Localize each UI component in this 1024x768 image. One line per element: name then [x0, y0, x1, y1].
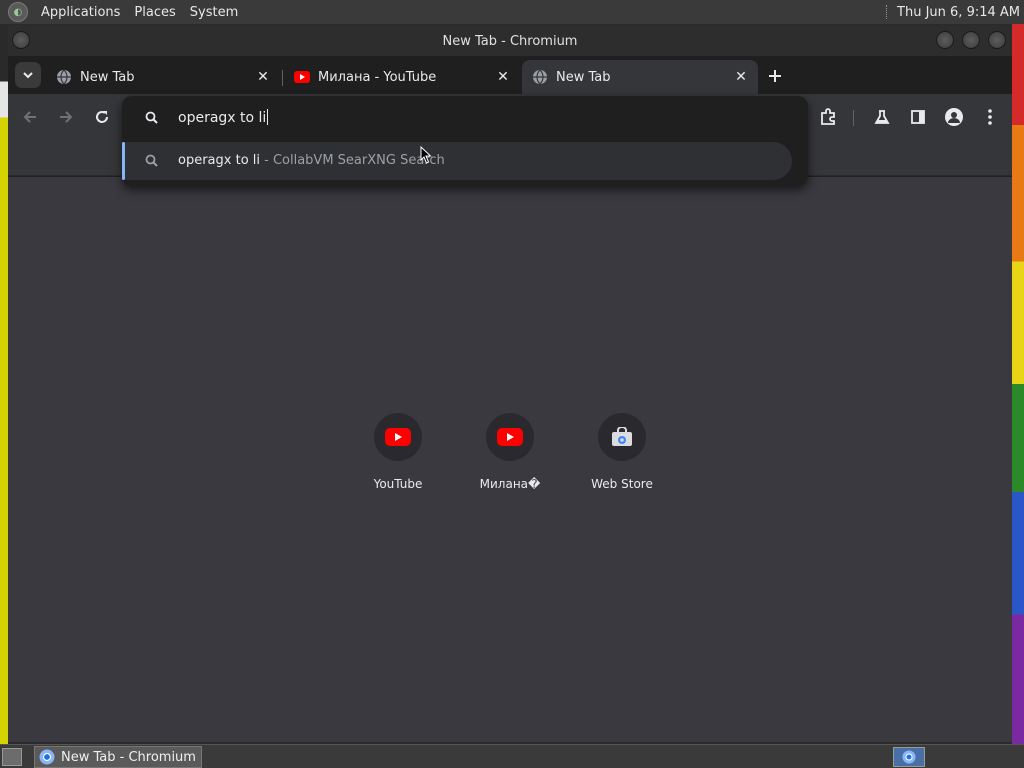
shortcut-icon-circle	[374, 413, 422, 461]
close-window-button[interactable]	[988, 31, 1006, 49]
labs-button[interactable]	[868, 103, 896, 131]
mouse-cursor-icon	[420, 146, 432, 164]
top-panel: ◐ Applications Places System Thu Jun 6, …	[0, 0, 1024, 24]
address-bar-text: operagx to li	[178, 110, 267, 126]
menu-button[interactable]	[976, 103, 1004, 131]
tab-strip: New Tab ✕ Милана - YouTube ✕ New Tab ✕	[8, 56, 1012, 94]
distro-logo-icon[interactable]: ◐	[8, 2, 28, 22]
tab-divider	[282, 70, 283, 86]
window-title: New Tab - Chromium	[442, 33, 578, 49]
shortcut-label: YouTube	[373, 477, 423, 491]
tab-label: Милана - YouTube	[318, 69, 437, 85]
back-button[interactable]	[16, 103, 44, 131]
globe-icon	[56, 69, 72, 85]
shortcut-icon-circle	[598, 413, 646, 461]
omnibox-suggestion[interactable]: operagx to li - CollabVM SearXNG Search	[122, 142, 792, 180]
close-icon[interactable]: ✕	[732, 68, 750, 86]
plus-icon	[769, 70, 781, 82]
shortcut-label: Милана�	[479, 477, 541, 491]
text-caret	[267, 109, 269, 125]
workspace-switcher[interactable]	[893, 747, 925, 767]
tab-search-button[interactable]	[15, 62, 41, 88]
shortcut-youtube[interactable]: YouTube	[342, 413, 454, 503]
side-panel-button[interactable]	[904, 103, 932, 131]
maximize-button[interactable]	[962, 31, 980, 49]
reload-icon	[96, 111, 108, 123]
tab-new-tab-active[interactable]: New Tab ✕	[522, 60, 758, 94]
menu-system[interactable]: System	[183, 5, 245, 20]
youtube-icon	[497, 428, 523, 446]
taskbar-window-label: New Tab - Chromium	[61, 749, 196, 765]
minimize-button[interactable]	[936, 31, 954, 49]
menu-applications[interactable]: Applications	[34, 5, 127, 20]
tab-label: New Tab	[556, 69, 611, 85]
suggestion-description: - CollabVM SearXNG Search	[260, 153, 445, 168]
desktop-background-left	[0, 24, 8, 744]
shortcut-icon-circle	[486, 413, 534, 461]
toolbar-divider	[853, 110, 854, 126]
desktop-background-right	[1012, 24, 1024, 744]
tab-label: New Tab	[80, 69, 135, 85]
shortcut-label: Web Store	[591, 477, 653, 491]
search-icon	[144, 153, 160, 169]
tab-youtube[interactable]: Милана - YouTube ✕	[284, 60, 520, 94]
suggestion-query: operagx to li	[178, 153, 260, 168]
forward-button[interactable]	[52, 103, 80, 131]
window-menu-button[interactable]	[12, 31, 30, 49]
suggestion-text: operagx to li - CollabVM SearXNG Search	[178, 142, 445, 180]
youtube-icon	[294, 69, 310, 85]
shortcut-milana[interactable]: Милана�	[454, 413, 566, 503]
arrow-right-icon	[60, 111, 73, 123]
menu-places[interactable]: Places	[127, 5, 182, 20]
chromium-icon	[902, 750, 916, 764]
globe-icon	[532, 69, 548, 85]
new-tab-page: YouTube Милана� Web Store	[8, 177, 1012, 742]
youtube-icon	[385, 428, 411, 446]
taskbar-window-button[interactable]: New Tab - Chromium	[34, 746, 202, 768]
clock-label: Thu Jun 6, 9:14 AM	[897, 4, 1020, 20]
window-titlebar[interactable]: New Tab - Chromium	[8, 26, 1012, 56]
suggestion-selected-indicator	[122, 142, 125, 180]
address-bar-input[interactable]: operagx to li	[178, 105, 778, 131]
shortcut-web-store[interactable]: Web Store	[566, 413, 678, 503]
profile-button[interactable]	[940, 103, 968, 131]
search-icon	[144, 110, 160, 126]
flask-icon	[874, 110, 890, 124]
clock[interactable]: Thu Jun 6, 9:14 AM	[886, 0, 1020, 24]
panel-separator	[886, 5, 888, 19]
bottom-taskbar: New Tab - Chromium	[0, 744, 1024, 768]
more-vert-icon	[988, 109, 992, 125]
profile-icon	[945, 108, 963, 126]
show-desktop-icon[interactable]	[2, 748, 22, 766]
chevron-down-icon	[23, 72, 33, 79]
puzzle-icon	[821, 108, 835, 125]
arrow-left-icon	[23, 111, 36, 123]
close-icon[interactable]: ✕	[254, 68, 272, 86]
reload-button[interactable]	[88, 103, 116, 131]
new-tab-button[interactable]	[764, 65, 786, 87]
browser-window: New Tab - Chromium New Tab ✕ Милана - Yo…	[8, 26, 1012, 742]
tab-new-tab-1[interactable]: New Tab ✕	[46, 60, 280, 94]
extensions-button[interactable]	[814, 103, 842, 131]
side-panel-icon	[911, 110, 925, 124]
omnibox-dropdown: operagx to li operagx to li - CollabVM S…	[122, 96, 808, 186]
close-icon[interactable]: ✕	[494, 68, 512, 86]
web-store-icon	[612, 427, 632, 446]
chromium-icon	[39, 749, 55, 765]
